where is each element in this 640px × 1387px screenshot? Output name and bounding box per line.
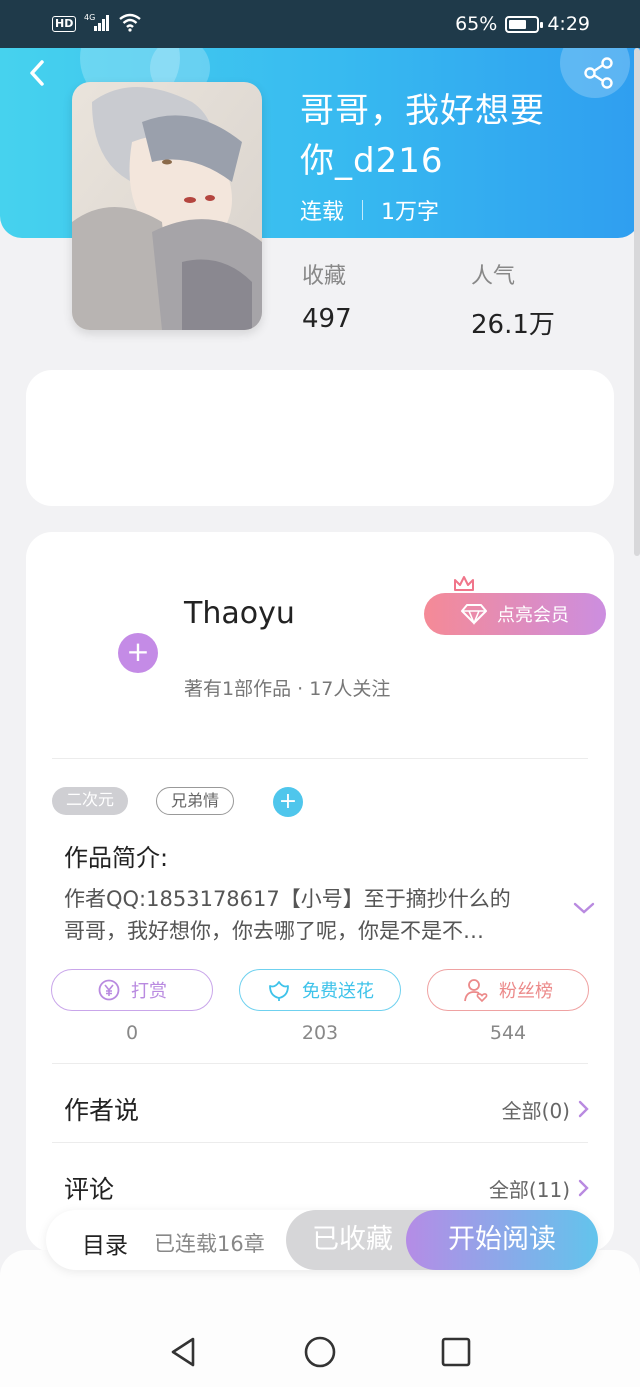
svg-text:4G: 4G: [84, 13, 95, 22]
nav-home-icon[interactable]: [302, 1334, 338, 1370]
fan-count: 544: [489, 1022, 527, 1044]
signal-icon: 4G: [84, 12, 110, 37]
divider: [52, 1142, 588, 1143]
tip-button[interactable]: 打赏: [51, 969, 213, 1011]
toc-button[interactable]: 目录: [82, 1226, 128, 1260]
section-title: 作者说: [64, 1096, 140, 1125]
book-cover[interactable]: [72, 82, 262, 330]
battery-icon: [505, 15, 544, 33]
nav-recents-icon[interactable]: [438, 1334, 474, 1370]
divider: [52, 1063, 588, 1064]
wifi-icon: [118, 12, 142, 37]
start-reading-button[interactable]: 开始阅读: [406, 1210, 598, 1270]
diamond-icon: [461, 604, 487, 625]
serial-status: 连载: [300, 200, 345, 225]
section-link: 全部(11): [488, 1177, 570, 1202]
stat-popularity: 人气 26.1万: [471, 264, 555, 340]
bottom-action-bar: 目录 已连载16章 已收藏 开始阅读: [46, 1210, 598, 1270]
nav-back-icon[interactable]: [166, 1334, 202, 1370]
chevron-down-icon[interactable]: [572, 900, 596, 916]
empty-card: [26, 370, 614, 506]
chevron-right-icon: [578, 1179, 589, 1197]
hd-icon: HD: [52, 16, 77, 32]
comments-row[interactable]: 评论 全部(11): [64, 1163, 590, 1213]
chevron-left-icon: [30, 60, 44, 86]
chevron-right-icon: [578, 1100, 589, 1118]
intro-title: 作品简介:: [64, 844, 169, 872]
add-tag-button[interactable]: +: [273, 787, 303, 817]
status-bar: HD 4G 65% 4:29: [0, 0, 640, 48]
book-meta: 连载 1万字: [300, 194, 439, 226]
tip-count: 0: [125, 1022, 139, 1044]
battery-percent: 65%: [455, 13, 498, 35]
chapter-count: 已连载16章: [154, 1232, 265, 1256]
stat-favorites: 收藏 497: [302, 264, 352, 334]
meta-divider: [362, 200, 364, 220]
section-title: 评论: [64, 1175, 115, 1204]
send-flower-button[interactable]: 免费送花: [239, 969, 401, 1011]
fan-ranking-button[interactable]: 粉丝榜: [427, 969, 589, 1011]
tag-item[interactable]: 兄弟情: [156, 787, 235, 815]
flower-count: 203: [301, 1022, 339, 1044]
intro-text[interactable]: 作者QQ:1853178617【小号】至于摘抄什么的 哥哥，我好想你，你去哪了呢…: [64, 883, 564, 947]
user-heart-icon: [464, 979, 488, 1003]
yen-coin-icon: [98, 979, 120, 1001]
flower-icon: [269, 981, 289, 1001]
word-count: 1万字: [381, 200, 440, 225]
share-icon: [584, 57, 613, 89]
book-title: 哥哥，我好想要 你_d216: [300, 91, 545, 181]
vip-button[interactable]: 点亮会员: [424, 593, 606, 635]
follow-author-button[interactable]: +: [118, 633, 158, 673]
author-name[interactable]: Thaoyu: [184, 596, 295, 631]
section-link: 全部(0): [501, 1098, 570, 1123]
vip-label: 点亮会员: [497, 605, 569, 626]
author-info: 著有1部作品 · 17人关注: [184, 678, 391, 700]
tag-item[interactable]: 二次元: [52, 787, 129, 815]
share-button[interactable]: [582, 56, 616, 90]
divider: [52, 758, 588, 759]
clock: 4:29: [547, 13, 590, 35]
back-button[interactable]: [22, 56, 52, 90]
scrollbar[interactable]: [634, 48, 640, 556]
author-notes-row[interactable]: 作者说 全部(0): [64, 1084, 590, 1134]
